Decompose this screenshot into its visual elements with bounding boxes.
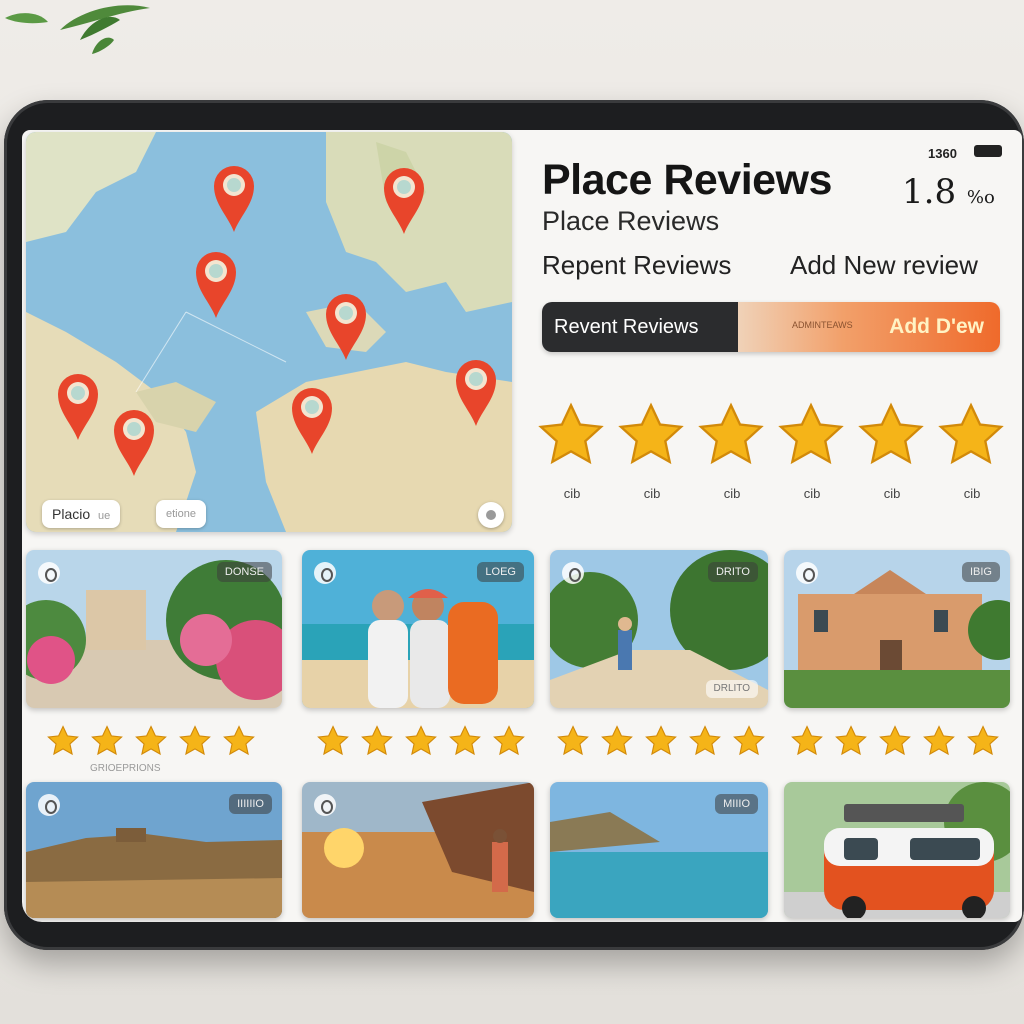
map-pin-7[interactable] — [56, 372, 100, 442]
review-card-sea[interactable]: MIIIO — [550, 782, 768, 918]
rating-star-3[interactable] — [696, 400, 766, 470]
photo-icon — [314, 794, 336, 816]
map-place-chip[interactable]: Placio ue — [42, 500, 121, 528]
card-star — [600, 724, 636, 760]
map-view[interactable]: Placio ue etione — [26, 132, 512, 532]
card-tag: IIIIIIO — [229, 794, 272, 814]
card-star — [134, 724, 170, 760]
card-star — [222, 724, 258, 760]
rating-star-4[interactable] — [776, 400, 846, 470]
rating-value: 1.8 %o — [902, 172, 995, 212]
overall-rating-stars[interactable] — [536, 400, 1016, 474]
card-star — [316, 724, 352, 760]
card-star — [90, 724, 126, 760]
page-title: Place Reviews — [542, 156, 832, 204]
card-tag: LOEG — [477, 562, 524, 582]
rating-star-1[interactable] — [536, 400, 606, 470]
map-pin-2[interactable] — [382, 166, 426, 236]
tablet-device: Placio ue etione 1360 Place Reviews Plac… — [4, 100, 1024, 950]
card-star — [922, 724, 958, 760]
map-pin-6[interactable] — [290, 386, 334, 456]
add-review-button[interactable]: ADMINTEAWS Add D'ew — [738, 302, 1000, 352]
review-card-garden[interactable]: DONSE — [26, 550, 282, 708]
card-rating-stars-4 — [790, 724, 1010, 760]
card-star — [732, 724, 768, 760]
card-star — [878, 724, 914, 760]
card-star — [404, 724, 440, 760]
rating-star-caption: cib — [643, 486, 661, 501]
plant-decoration — [5, 5, 150, 54]
review-card-villa[interactable]: IBIG — [784, 550, 1010, 708]
map-pin-8[interactable] — [112, 408, 156, 478]
add-review-label: Add D'ew — [889, 315, 984, 338]
review-card-beach-friends[interactable]: LOEG — [302, 550, 534, 708]
status-time: 1360 — [928, 146, 957, 161]
map-pin-5[interactable] — [454, 358, 498, 428]
photo-van — [784, 782, 1010, 918]
card-caption: GRIOEPRIONS — [90, 763, 161, 774]
photo-sunset — [302, 782, 534, 918]
recent-reviews-button[interactable]: Revent Reviews — [542, 302, 738, 352]
card-star — [492, 724, 528, 760]
card-star — [448, 724, 484, 760]
segmented-control: Revent Reviews ADMINTEAWS Add D'ew — [542, 302, 1000, 352]
card-star — [966, 724, 1002, 760]
map-pin-1[interactable] — [212, 164, 256, 234]
rating-number: 1.8 — [902, 172, 957, 212]
card-star — [790, 724, 826, 760]
card-rating-stars-2 — [316, 724, 536, 760]
rating-star-5[interactable] — [856, 400, 926, 470]
rating-star-caption: cib — [803, 486, 821, 501]
review-card-sunset[interactable] — [302, 782, 534, 918]
photo-icon — [562, 562, 584, 584]
photo-icon — [38, 562, 60, 584]
map-pin-3[interactable] — [194, 250, 238, 320]
page-subtitle: Place Reviews — [542, 206, 720, 236]
card-star — [644, 724, 680, 760]
card-tag: DONSE — [216, 562, 272, 582]
rating-star-2[interactable] — [616, 400, 686, 470]
photo-icon — [796, 562, 818, 584]
card-star — [46, 724, 82, 760]
map-land — [26, 132, 512, 532]
card-star — [556, 724, 592, 760]
photo-icon — [314, 562, 336, 584]
rating-star-caption: cib — [723, 486, 741, 501]
app-screen: Placio ue etione 1360 Place Reviews Plac… — [22, 130, 1022, 922]
rating-star-caption: cib — [563, 486, 581, 501]
card-rating-stars-3 — [556, 724, 776, 760]
battery-icon — [974, 145, 1002, 157]
card-star — [834, 724, 870, 760]
card-star — [178, 724, 214, 760]
review-card-ruins[interactable]: IIIIIIO — [26, 782, 282, 918]
map-pin-4[interactable] — [324, 292, 368, 362]
map-place-chip-label: Placio — [52, 506, 91, 522]
rating-star-caption: cib — [883, 486, 901, 501]
map-view-chip[interactable]: etione — [156, 500, 206, 528]
card-tag: IBIG — [961, 562, 1000, 582]
card-tag: DRITO — [707, 562, 758, 582]
card-star — [360, 724, 396, 760]
rating-star-caption: cib — [963, 486, 981, 501]
nav-add-review[interactable]: Add New review — [790, 250, 978, 281]
nav-recent-reviews[interactable]: Repent Reviews — [542, 250, 731, 281]
rating-suffix: %o — [966, 187, 995, 208]
card-star — [688, 724, 724, 760]
map-locate-button[interactable] — [478, 502, 504, 528]
photo-icon — [38, 794, 60, 816]
map-place-chip-suffix: ue — [98, 510, 111, 522]
rating-star-6[interactable] — [936, 400, 1006, 470]
card-bottom-tag: DRLITO — [705, 680, 758, 698]
review-card-park-path[interactable]: DRITO DRLITO — [550, 550, 768, 708]
add-review-hint: ADMINTEAWS — [792, 320, 853, 330]
review-card-van[interactable] — [784, 782, 1010, 918]
card-tag: MIIIO — [715, 794, 758, 814]
card-rating-stars-1 — [46, 724, 276, 760]
